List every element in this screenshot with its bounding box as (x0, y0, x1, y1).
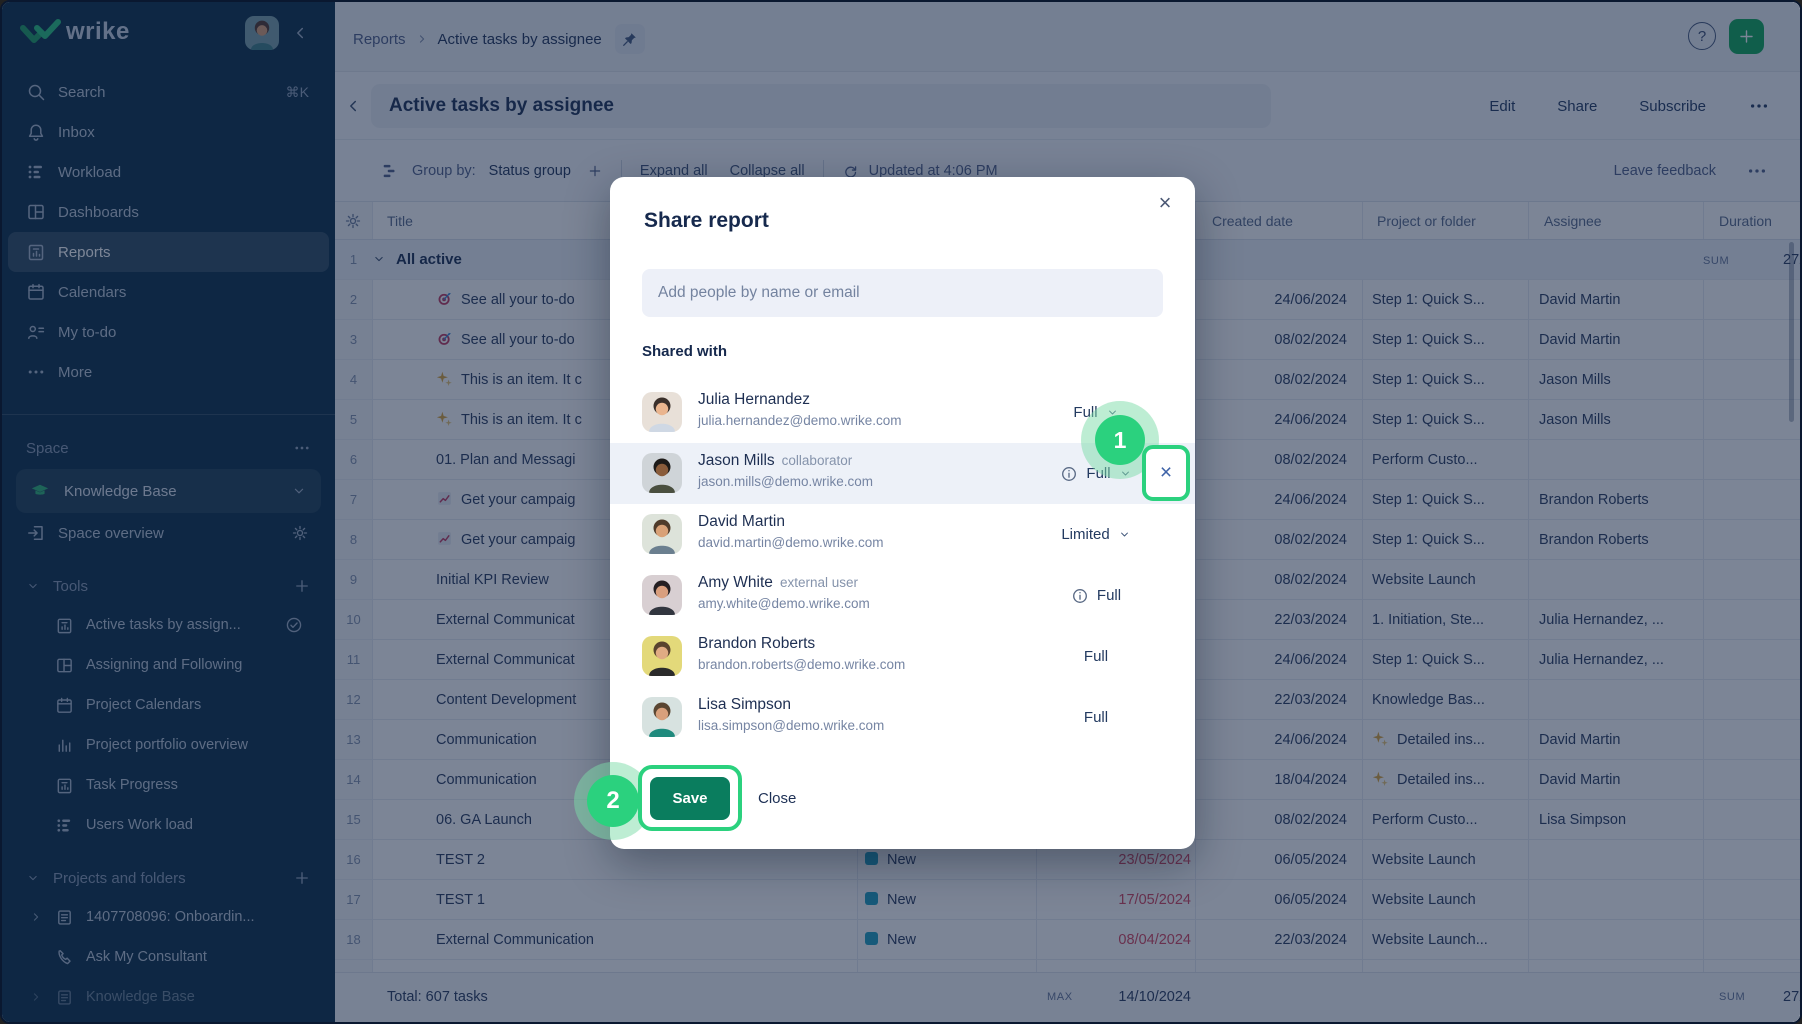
person-email: david.martin@demo.wrike.com (698, 535, 884, 550)
person-name: Jason Millscollaborator (698, 452, 852, 470)
chevron-down-icon (1118, 528, 1131, 541)
close-icon[interactable]: × (1149, 187, 1181, 219)
avatar (642, 697, 682, 737)
person-badge: collaborator (782, 453, 853, 468)
shared-person-lisa-simpson: Lisa Simpson lisa.simpson@demo.wrike.com F… (610, 687, 1195, 748)
shared-person-david-martin: David Martin david.martin@demo.wrike.com L… (610, 504, 1195, 565)
person-email: brandon.roberts@demo.wrike.com (698, 657, 905, 672)
avatar (642, 575, 682, 615)
avatar (642, 636, 682, 676)
save-button[interactable]: Save (650, 777, 730, 820)
remove-user-highlight-box: × (1142, 445, 1190, 501)
permission-dropdown[interactable]: Full (1040, 687, 1152, 748)
shared-with-label: Shared with (642, 343, 727, 360)
person-name: David Martin (698, 513, 785, 531)
permission-value: Limited (1061, 526, 1109, 543)
modal-title: Share report (644, 209, 769, 233)
permission-value: Full (1084, 648, 1108, 665)
share-report-modal: × Share report Shared with Julia Hernand… (610, 177, 1195, 849)
person-email: lisa.simpson@demo.wrike.com (698, 718, 884, 733)
shared-person-brandon-roberts: Brandon Roberts brandon.roberts@demo.wrik… (610, 626, 1195, 687)
info-icon (1071, 587, 1089, 605)
person-badge: external user (780, 575, 858, 590)
avatar (642, 514, 682, 554)
remove-user-icon[interactable]: × (1146, 449, 1186, 497)
shared-person-amy-white: Amy Whiteexternal user amy.white@demo.wri… (610, 565, 1195, 626)
permission-value: Full (1084, 709, 1108, 726)
permission-dropdown[interactable]: Full (1040, 626, 1152, 687)
permission-value: Full (1097, 587, 1121, 604)
annotation-step-1: 1 (1095, 415, 1145, 465)
permission-dropdown[interactable]: Full (1040, 565, 1152, 626)
person-email: amy.white@demo.wrike.com (698, 596, 870, 611)
annotation-step-2: 2 (587, 775, 639, 827)
info-icon (1060, 465, 1078, 483)
person-name: Brandon Roberts (698, 635, 815, 653)
permission-dropdown[interactable]: Limited (1040, 504, 1152, 565)
avatar (642, 453, 682, 493)
person-email: jason.mills@demo.wrike.com (698, 474, 873, 489)
person-name: Amy Whiteexternal user (698, 574, 858, 592)
person-name: Lisa Simpson (698, 696, 791, 714)
avatar (642, 392, 682, 432)
person-email: julia.hernandez@demo.wrike.com (698, 413, 902, 428)
close-button[interactable]: Close (758, 777, 796, 820)
person-name: Julia Hernandez (698, 391, 810, 409)
add-people-input[interactable] (642, 269, 1163, 317)
app-window: wrike Search⌘KInboxWorkloadDashboardsRep… (0, 0, 1802, 1024)
